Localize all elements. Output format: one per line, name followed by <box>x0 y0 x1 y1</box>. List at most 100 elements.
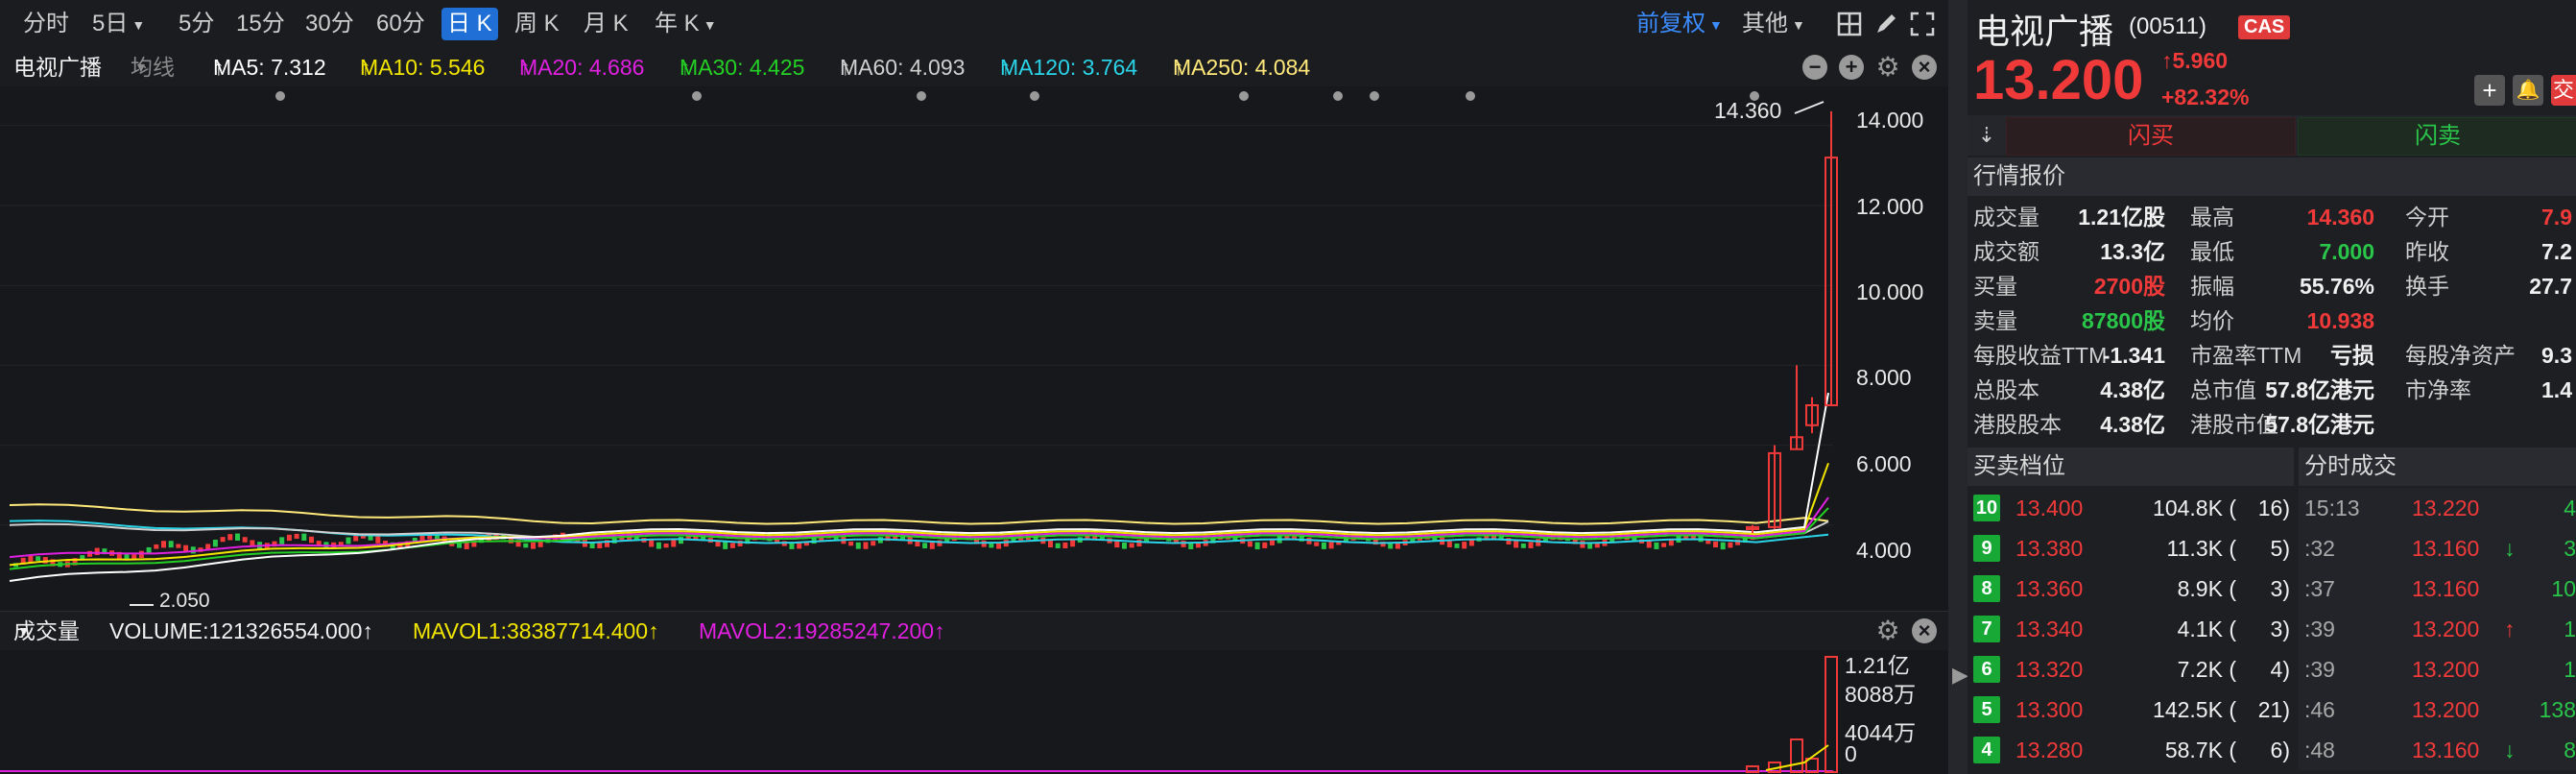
quote-panel: 电视广播 (00511) CAS 13.200 ↑5.960 +82.32% +… <box>1968 0 2576 774</box>
candle <box>855 542 861 549</box>
adjust-dropdown[interactable]: 前复权 ▼ <box>1636 8 1723 40</box>
trade-row[interactable]: :48 13.160 ↓ 8 <box>2299 730 2576 770</box>
period-toolbar: 分时 5日 ▼ 5分 15分 30分 60分 日 K 周 K 月 K 年 K ▼ 前… <box>0 0 1948 49</box>
quote-value: 7.2 <box>2541 239 2572 264</box>
orderbook-row[interactable]: 9 13.380 11.3K (5) <box>1968 528 2294 568</box>
other-label: 其他 <box>1742 11 1788 36</box>
trade-price: 13.200 <box>2412 657 2480 682</box>
trade-button[interactable]: 交 <box>2551 75 2576 106</box>
fullscreen-icon[interactable] <box>1908 10 1937 38</box>
minus-icon[interactable]: − <box>1802 55 1827 80</box>
event-dot-marker <box>275 91 285 101</box>
candle <box>1446 541 1452 547</box>
candle <box>1062 542 1068 549</box>
order-count: 3) <box>2270 576 2290 601</box>
order-volume: 4.1K ( <box>2177 617 2236 641</box>
period-day-k[interactable]: 日 K <box>441 8 498 40</box>
quote-value: 2700股 <box>2093 274 2165 299</box>
volume-plot[interactable] <box>0 649 1948 774</box>
trade-row[interactable]: :37 13.160 10 <box>2299 568 2576 609</box>
volume-tick-max: 1.21亿 <box>1845 653 1910 678</box>
order-volume: 58.7K ( <box>2164 738 2236 762</box>
period-5day[interactable]: 5日 ▼ <box>86 8 151 40</box>
price-change-pct: +82.32% <box>2161 85 2250 109</box>
candle <box>301 533 307 541</box>
volume-bar <box>1746 765 1759 773</box>
orderbook-row[interactable]: 10 13.400 104.8K (16) <box>1968 488 2294 528</box>
price-tick-10: 10.000 <box>1856 279 1924 304</box>
event-dot-marker <box>692 91 702 101</box>
period-intraday[interactable]: 分时 <box>17 8 75 40</box>
period-15min[interactable]: 15分 <box>230 8 291 40</box>
period-month-k[interactable]: 月 K <box>578 8 634 40</box>
orderbook-row[interactable]: 7 13.340 4.1K (3) <box>1968 609 2294 649</box>
chevron-down-icon: ▼ <box>131 16 146 33</box>
trade-row[interactable]: 15:13 13.220 4 <box>2299 488 2576 528</box>
candle <box>168 541 174 548</box>
order-volume: 8.9K ( <box>2177 576 2236 601</box>
ma30-label: MA30: 4.425 <box>680 55 805 80</box>
add-watchlist-plus-icon[interactable]: + <box>2474 75 2505 106</box>
expand-down-icon[interactable]: ⇣ <box>1973 121 2000 150</box>
trade-row[interactable]: :39 13.200 1 <box>2299 649 2576 689</box>
volume-settings-gear-icon[interactable]: ⚙ <box>1875 617 1900 644</box>
orderbook-row[interactable]: 4 13.280 58.7K (6) <box>1968 730 2294 770</box>
trade-row[interactable]: :46 13.200 138 <box>2299 689 2576 730</box>
flash-buy-button[interactable]: 闪买 <box>2006 117 2296 156</box>
period-60min[interactable]: 60分 <box>370 8 431 40</box>
candle <box>242 537 248 543</box>
up-arrow-icon: ↑ <box>2161 48 2173 73</box>
settings-gear-icon[interactable]: ⚙ <box>1875 54 1900 81</box>
quote-label: 今开 <box>2405 205 2449 230</box>
candle <box>1129 543 1134 548</box>
period-5min[interactable]: 5分 <box>173 8 220 40</box>
volume-tick-zero: 0 <box>1845 741 1857 766</box>
order-count: 6) <box>2270 738 2290 762</box>
order-volume: 104.8K ( <box>2153 496 2236 520</box>
orderbook-title: 买卖档位 <box>1968 447 2294 486</box>
event-dot-marker <box>917 91 926 101</box>
draw-pen-icon[interactable] <box>1872 10 1900 38</box>
alert-bell-icon[interactable]: 🔔 <box>2513 75 2543 106</box>
candle <box>1580 541 1586 548</box>
quote-label: 换手 <box>2405 274 2449 299</box>
candle <box>250 540 255 546</box>
order-volume: 11.3K ( <box>2166 536 2236 561</box>
orderbook-row[interactable]: 6 13.320 7.2K (4) <box>1968 649 2294 689</box>
volume-close-icon[interactable]: × <box>1912 618 1937 643</box>
close-icon[interactable]: × <box>1912 55 1937 80</box>
event-dot-marker <box>1333 91 1343 101</box>
order-price: 13.320 <box>2015 657 2084 682</box>
level-badge: 7 <box>1973 616 2000 642</box>
quote-value: 7.9 <box>2541 205 2572 230</box>
quote-label: 买量 <box>1973 274 2017 299</box>
period-week-k[interactable]: 周 K <box>509 8 565 40</box>
orderbook-row[interactable]: 5 13.300 142.5K (21) <box>1968 689 2294 730</box>
trade-row[interactable]: :32 13.160 ↓ 3 <box>2299 528 2576 568</box>
quote-value: 57.8亿港元 <box>2265 412 2374 437</box>
price-tick-6: 6.000 <box>1856 451 1912 476</box>
candlestick-plot[interactable] <box>0 86 1948 611</box>
quote-label: 总市值 <box>2190 377 2256 402</box>
quote-label: 成交额 <box>1973 239 2039 264</box>
price-tick-14: 14.000 <box>1856 108 1924 133</box>
other-dropdown[interactable]: 其他 ▼ <box>1742 8 1805 40</box>
chevron-down-icon: ▼ <box>1709 16 1723 33</box>
trade-row[interactable]: :39 13.200 ↑ 1 <box>2299 609 2576 649</box>
quote-label: 市盈率TTM <box>2190 343 2302 368</box>
candle <box>212 540 218 547</box>
price-change: ↑5.960 <box>2161 48 2228 74</box>
candle <box>1468 539 1474 546</box>
panel-divider[interactable]: ▶ <box>1948 0 1968 774</box>
level-badge: 8 <box>1973 575 2000 602</box>
period-year-k[interactable]: 年 K ▼ <box>649 8 723 40</box>
candle <box>279 537 285 544</box>
period-30min[interactable]: 30分 <box>299 8 360 40</box>
orderbook-row[interactable]: 8 13.360 8.9K (3) <box>1968 568 2294 609</box>
collapse-arrow-icon[interactable]: ▶ <box>1952 663 1968 688</box>
flash-sell-button[interactable]: 闪卖 <box>2298 117 2576 156</box>
layout-grid-icon[interactable] <box>1835 10 1864 38</box>
candle <box>1270 540 1275 545</box>
plus-icon[interactable]: + <box>1839 55 1864 80</box>
candle <box>1514 541 1519 548</box>
